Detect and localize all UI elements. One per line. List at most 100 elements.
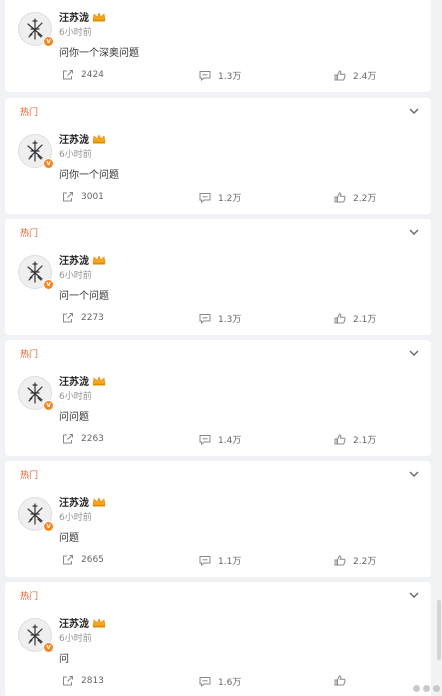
comment-count: 1.4万 bbox=[218, 436, 242, 446]
dot bbox=[413, 685, 420, 692]
hot-label: 热门 bbox=[20, 350, 39, 360]
post-text: 问你一个深奥问题 bbox=[59, 48, 139, 59]
comment-button[interactable]: 1.4万 bbox=[199, 433, 241, 446]
share-button[interactable]: 2813 bbox=[62, 675, 104, 686]
hot-label: 热门 bbox=[20, 229, 39, 239]
dot bbox=[423, 685, 430, 692]
comment-count: 1.1万 bbox=[218, 557, 242, 567]
action-bar: 2424 1.3万 2.4万 bbox=[5, 69, 431, 83]
share-count: 2424 bbox=[81, 69, 104, 80]
share-button[interactable]: 2665 bbox=[62, 554, 104, 565]
dot bbox=[433, 685, 440, 692]
like-button[interactable]: 2.2万 bbox=[334, 554, 376, 567]
comment-count: 1.3万 bbox=[218, 72, 242, 82]
comment-button[interactable]: 1.3万 bbox=[199, 312, 241, 325]
verified-badge-icon: v bbox=[43, 521, 54, 532]
share-count: 2665 bbox=[81, 554, 104, 565]
verified-badge-icon: v bbox=[43, 279, 54, 290]
author-name[interactable]: 汪苏泷 bbox=[59, 494, 89, 509]
author-name[interactable]: 汪苏泷 bbox=[59, 373, 89, 388]
post-card[interactable]: 热门 v 汪苏泷 6小时前 问 2813 1.6万 bbox=[5, 582, 431, 696]
post-time[interactable]: 6小时前 bbox=[59, 510, 92, 523]
post-text: 问 bbox=[59, 654, 69, 665]
avatar[interactable]: v bbox=[18, 497, 54, 532]
crown-icon bbox=[92, 617, 106, 627]
comment-icon bbox=[199, 193, 211, 203]
comment-button[interactable]: 1.3万 bbox=[199, 69, 241, 82]
avatar[interactable]: v bbox=[18, 376, 54, 411]
post-card[interactable]: v 汪苏泷 6小时前 问你一个深奥问题 2424 1.3万 2.4万 bbox=[5, 0, 431, 92]
share-count: 2273 bbox=[81, 312, 104, 323]
author-name[interactable]: 汪苏泷 bbox=[59, 615, 89, 630]
like-button[interactable] bbox=[334, 675, 353, 686]
comment-icon bbox=[199, 314, 211, 324]
hot-label: 热门 bbox=[20, 471, 39, 481]
crown-icon bbox=[92, 11, 106, 21]
comment-icon bbox=[199, 556, 211, 566]
post-text: 问问题 bbox=[59, 412, 89, 423]
avatar[interactable]: v bbox=[18, 618, 54, 653]
author-row: 汪苏泷 bbox=[59, 615, 106, 630]
post-time[interactable]: 6小时前 bbox=[59, 389, 92, 402]
like-button[interactable]: 2.2万 bbox=[334, 191, 376, 204]
post-card[interactable]: 热门 v 汪苏泷 6小时前 问题 2665 1.1万 2.2万 bbox=[5, 461, 431, 577]
like-icon bbox=[334, 313, 346, 324]
share-icon bbox=[63, 555, 73, 565]
post-card[interactable]: 热门 v 汪苏泷 6小时前 问一个问题 2273 1.3万 2.1万 bbox=[5, 219, 431, 335]
comment-icon bbox=[199, 435, 211, 445]
share-button[interactable]: 2263 bbox=[62, 433, 104, 444]
like-icon bbox=[334, 555, 346, 566]
share-icon bbox=[63, 434, 73, 444]
comment-button[interactable]: 1.1万 bbox=[199, 554, 241, 567]
author-row: 汪苏泷 bbox=[59, 252, 106, 267]
hot-label: 热门 bbox=[20, 592, 39, 602]
chevron-down-icon[interactable] bbox=[408, 105, 420, 117]
chevron-down-icon[interactable] bbox=[408, 226, 420, 238]
post-time[interactable]: 6小时前 bbox=[59, 147, 92, 160]
crown-icon bbox=[92, 254, 106, 264]
share-icon bbox=[63, 70, 73, 80]
avatar[interactable]: v bbox=[18, 134, 54, 169]
author-name[interactable]: 汪苏泷 bbox=[59, 9, 89, 24]
like-count: 2.4万 bbox=[353, 72, 377, 82]
post-text: 问题 bbox=[59, 533, 79, 544]
share-button[interactable]: 2273 bbox=[62, 312, 104, 323]
like-count: 2.1万 bbox=[353, 436, 377, 446]
author-name[interactable]: 汪苏泷 bbox=[59, 131, 89, 146]
post-card[interactable]: 热门 v 汪苏泷 6小时前 问你一个问题 3001 1.2万 2.2万 bbox=[5, 98, 431, 214]
comment-count: 1.2万 bbox=[218, 194, 242, 204]
scrollbar-thumb[interactable] bbox=[437, 600, 441, 660]
like-button[interactable]: 2.1万 bbox=[334, 433, 376, 446]
author-row: 汪苏泷 bbox=[59, 9, 106, 24]
author-name[interactable]: 汪苏泷 bbox=[59, 252, 89, 267]
chevron-down-icon[interactable] bbox=[408, 589, 420, 601]
author-row: 汪苏泷 bbox=[59, 131, 106, 146]
share-icon bbox=[63, 192, 73, 202]
share-count: 2813 bbox=[81, 675, 104, 686]
like-count: 2.1万 bbox=[353, 315, 377, 325]
chevron-down-icon[interactable] bbox=[408, 347, 420, 359]
like-button[interactable]: 2.1万 bbox=[334, 312, 376, 325]
comment-button[interactable]: 1.2万 bbox=[199, 191, 241, 204]
like-icon bbox=[334, 192, 346, 203]
like-button[interactable]: 2.4万 bbox=[334, 69, 376, 82]
comment-button[interactable]: 1.6万 bbox=[199, 675, 241, 688]
crown-icon bbox=[92, 375, 106, 385]
action-bar: 3001 1.2万 2.2万 bbox=[5, 191, 431, 205]
avatar[interactable]: v bbox=[18, 12, 54, 47]
chevron-down-icon[interactable] bbox=[408, 468, 420, 480]
action-bar: 2813 1.6万 bbox=[5, 675, 431, 689]
post-time[interactable]: 6小时前 bbox=[59, 25, 92, 38]
comment-icon bbox=[199, 677, 211, 687]
avatar[interactable]: v bbox=[18, 255, 54, 290]
author-row: 汪苏泷 bbox=[59, 373, 106, 388]
verified-badge-icon: v bbox=[43, 36, 54, 47]
post-card[interactable]: 热门 v 汪苏泷 6小时前 问问题 2263 1.4万 2.1万 bbox=[5, 340, 431, 456]
share-button[interactable]: 3001 bbox=[62, 191, 104, 202]
action-bar: 2665 1.1万 2.2万 bbox=[5, 554, 431, 568]
post-time[interactable]: 6小时前 bbox=[59, 631, 92, 644]
share-count: 2263 bbox=[81, 433, 104, 444]
share-button[interactable]: 2424 bbox=[62, 69, 104, 80]
post-time[interactable]: 6小时前 bbox=[59, 268, 92, 281]
scrollbar[interactable] bbox=[434, 0, 442, 696]
